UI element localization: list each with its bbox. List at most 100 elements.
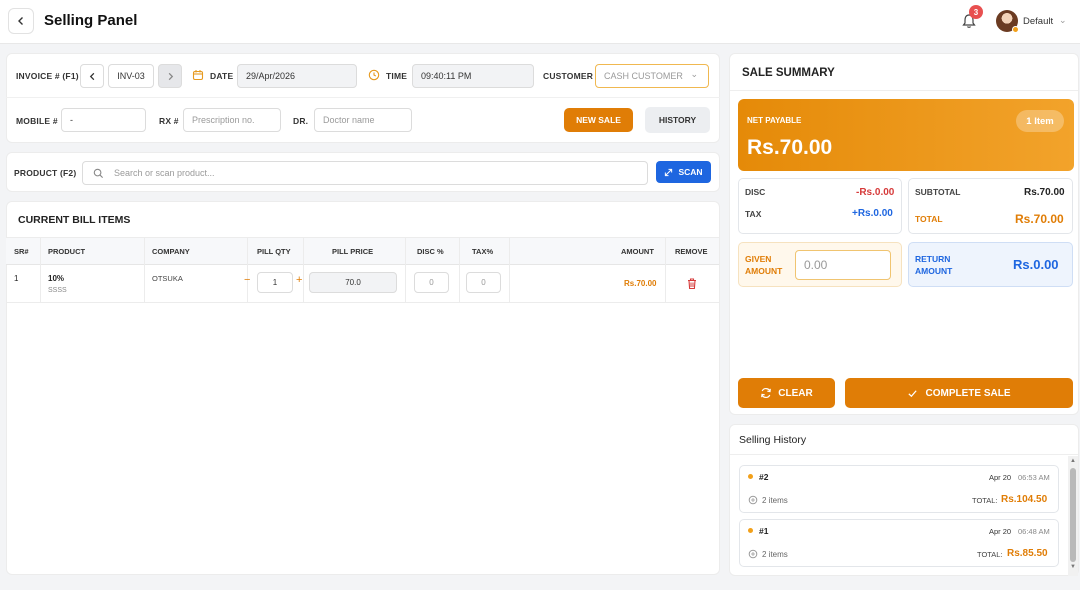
history-scrollbar[interactable]: ▲ ▼	[1068, 456, 1078, 576]
calendar-icon	[192, 70, 204, 81]
time-label: TIME	[386, 71, 408, 81]
date-label: DATE	[210, 71, 234, 81]
tax-label: TAX	[745, 209, 762, 219]
page-title: Selling Panel	[44, 12, 138, 29]
mobile-field[interactable]: -	[61, 108, 146, 132]
status-dot	[748, 528, 753, 533]
disc-value: -Rs.0.00	[856, 187, 895, 198]
notification-badge: 3	[969, 5, 983, 19]
date-field[interactable]: 29/Apr/2026	[237, 64, 357, 88]
history-title: Selling History	[739, 434, 807, 446]
history-item-date: Apr 20	[989, 527, 1012, 536]
customer-select[interactable]: CASH CUSTOMER ⌄	[595, 64, 709, 88]
column-header-tax: TAX%	[472, 247, 494, 256]
column-header-remove: REMOVE	[675, 247, 708, 256]
user-name[interactable]: Default	[1023, 16, 1053, 27]
total-label: TOTAL	[915, 214, 943, 224]
history-item-time: 06:53 AM	[1018, 473, 1050, 482]
scan-label: SCAN	[678, 167, 703, 177]
expand-icon	[665, 168, 673, 176]
doctor-input[interactable]: Doctor name	[314, 108, 412, 132]
history-item-total: Rs.85.50	[1007, 548, 1048, 559]
customer-label: CUSTOMER	[543, 71, 594, 81]
prev-invoice-button[interactable]	[80, 64, 104, 88]
given-label-1: GIVEN	[745, 254, 772, 264]
chevron-down-icon: ⌄	[690, 69, 698, 79]
divider	[730, 90, 1078, 91]
column-header-qty: PILL QTY	[257, 247, 291, 256]
column-header-sr: SR#	[14, 247, 29, 256]
box-icon	[748, 495, 758, 505]
column-header-price: PILL PRICE	[332, 247, 374, 256]
back-button[interactable]	[8, 8, 34, 34]
items-badge: 1 Item	[1016, 110, 1064, 132]
history-item-id: #1	[759, 526, 769, 536]
scan-button[interactable]: SCAN	[656, 161, 711, 183]
given-amount-input[interactable]: 0.00	[795, 250, 891, 280]
trash-icon[interactable]	[686, 277, 698, 290]
net-payable-value: Rs.70.00	[747, 136, 833, 159]
row-product: 10%	[48, 274, 65, 283]
scroll-down-arrow[interactable]: ▼	[1070, 564, 1076, 570]
history-item-total-label: TOTAL:	[977, 550, 1003, 559]
scrollbar-thumb[interactable]	[1070, 468, 1076, 562]
total-value: Rs.70.00	[1015, 212, 1064, 226]
refresh-icon	[761, 387, 772, 399]
qty-increment-button[interactable]: +	[296, 275, 302, 286]
history-button[interactable]: HISTORY	[645, 107, 710, 133]
subtotal-value: Rs.70.00	[1024, 187, 1065, 198]
chevron-right-icon	[168, 72, 173, 80]
disc-label: DISC	[745, 187, 766, 197]
chevron-left-icon	[89, 72, 94, 80]
return-label-1: RETURN	[915, 254, 951, 264]
history-item-date: Apr 20	[989, 473, 1012, 482]
history-item-count: 2 items	[762, 550, 788, 559]
doctor-label: DR.	[293, 116, 309, 126]
new-sale-button[interactable]: NEW SALE	[564, 108, 633, 132]
row-company: OTSUKA	[152, 274, 183, 283]
tax-input[interactable]: 0	[466, 272, 501, 293]
invoice-label: INVOICE # (F1)	[16, 71, 79, 81]
tax-value: +Rs.0.00	[852, 208, 893, 219]
column-header-company: COMPANY	[152, 247, 190, 256]
price-field[interactable]: 70.0	[309, 272, 397, 293]
row-product-sub: SSSS	[48, 287, 67, 294]
status-dot	[748, 474, 753, 479]
return-label-2: AMOUNT	[915, 266, 953, 276]
history-item-id: #2	[759, 472, 769, 482]
history-item-count: 2 items	[762, 496, 788, 505]
row-sr: 1	[14, 274, 19, 283]
customer-value: CASH CUSTOMER	[604, 71, 683, 81]
clock-icon	[368, 69, 380, 81]
product-search-placeholder: Search or scan product...	[114, 168, 215, 178]
summary-title: SALE SUMMARY	[742, 67, 835, 79]
top-bar: Selling Panel 3 Default ⌄	[0, 0, 1080, 44]
history-item-total: Rs.104.50	[1001, 494, 1048, 505]
chevron-left-icon	[18, 17, 23, 25]
mobile-label: MOBILE #	[16, 116, 58, 126]
return-amount-value: Rs.0.00	[1013, 257, 1059, 272]
time-field[interactable]: 09:40:11 PM	[412, 64, 534, 88]
history-item-time: 06:48 AM	[1018, 527, 1050, 536]
given-label-2: AMOUNT	[745, 266, 783, 276]
disc-input[interactable]: 0	[414, 272, 449, 293]
divider	[730, 454, 1078, 455]
product-search-input[interactable]: Search or scan product...	[82, 161, 648, 185]
column-header-product: PRODUCT	[48, 247, 86, 256]
status-dot	[1012, 26, 1019, 33]
row-amount: Rs.70.00	[624, 279, 657, 288]
history-item-total-label: TOTAL:	[972, 496, 998, 505]
column-header-disc: DISC %	[417, 247, 444, 256]
next-invoice-button[interactable]	[158, 64, 182, 88]
chevron-down-icon[interactable]: ⌄	[1059, 15, 1067, 26]
qty-decrement-button[interactable]: −	[244, 275, 250, 286]
invoice-number-field[interactable]: INV-03	[108, 64, 154, 88]
complete-sale-button[interactable]: COMPLETE SALE	[845, 378, 1073, 408]
check-icon	[908, 389, 918, 397]
scroll-up-arrow[interactable]: ▲	[1070, 458, 1076, 464]
prescription-input[interactable]: Prescription no.	[183, 108, 281, 132]
divider	[6, 97, 720, 98]
box-icon	[748, 549, 758, 559]
clear-button[interactable]: CLEAR	[738, 378, 835, 408]
qty-input[interactable]: 1	[257, 272, 293, 293]
